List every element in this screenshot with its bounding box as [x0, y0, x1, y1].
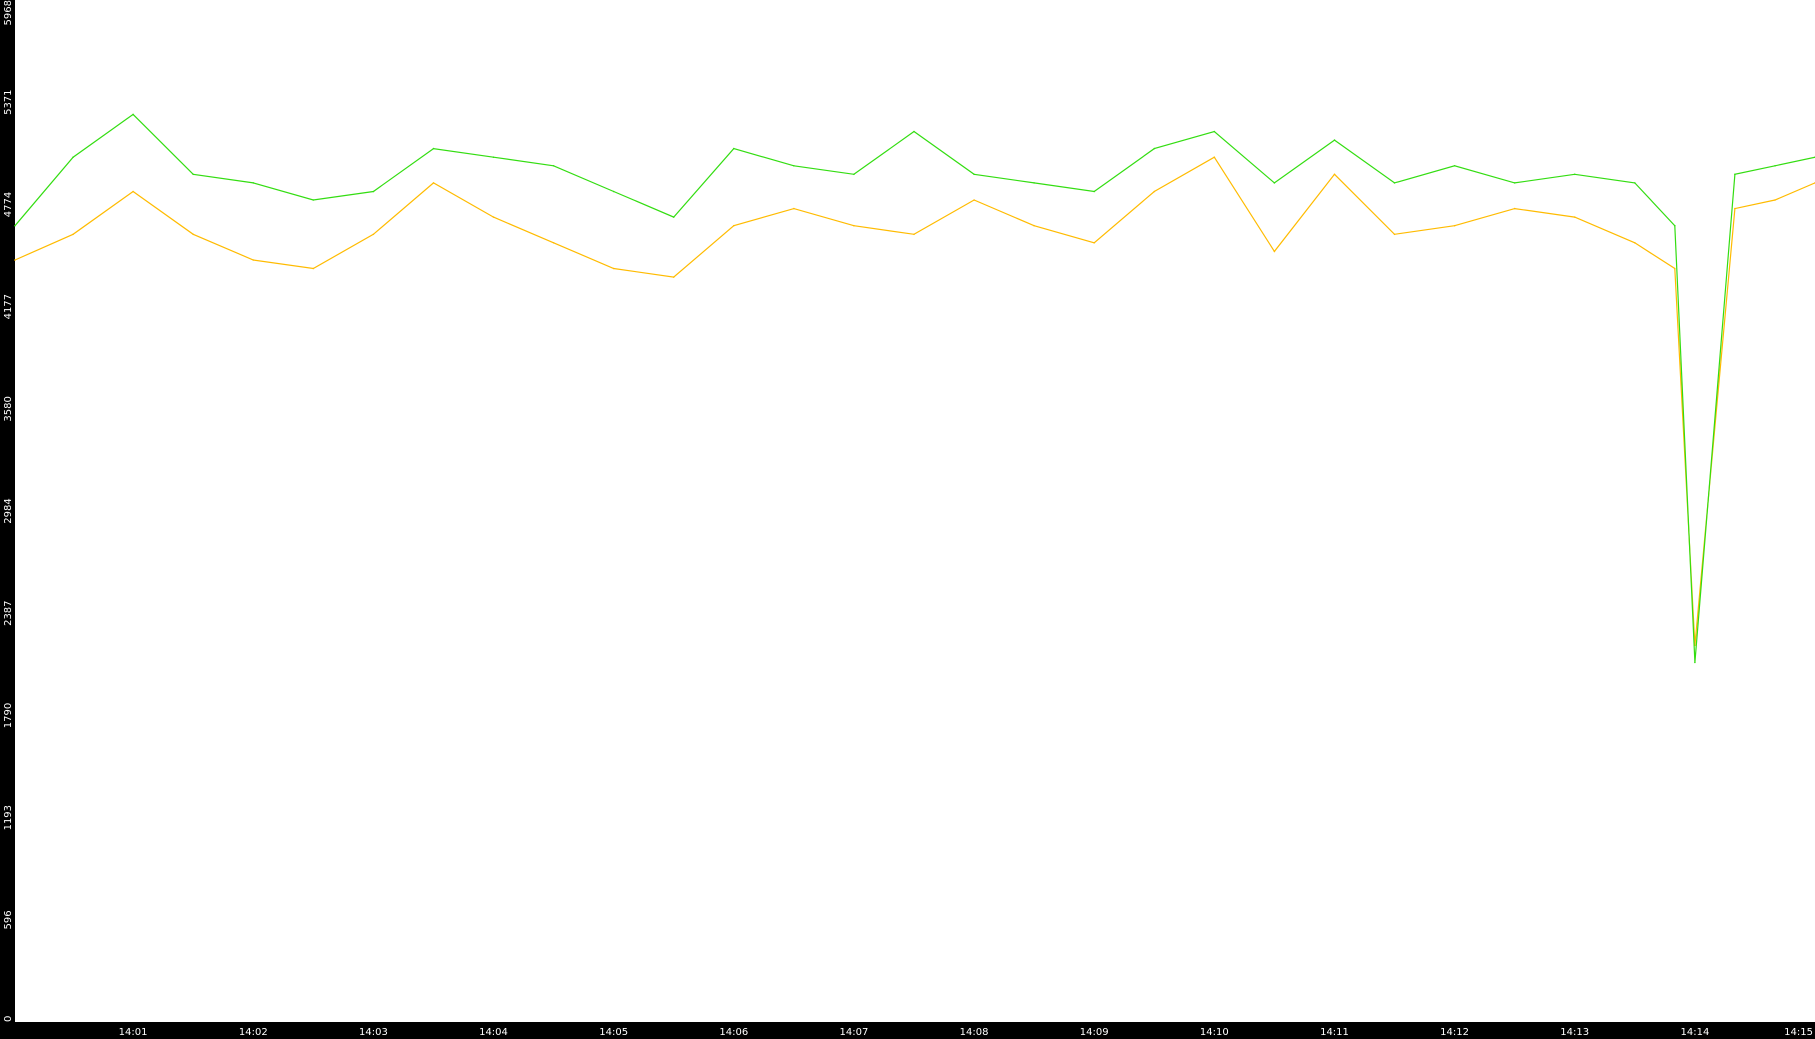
x-tick-label: 14:12	[1440, 1027, 1469, 1038]
series-2-point	[793, 165, 795, 167]
y-tick-label: 3580	[3, 396, 14, 421]
series-2-point	[1033, 182, 1035, 184]
series-2-point	[1774, 165, 1776, 167]
series-2-point	[672, 216, 675, 218]
series-1-point	[432, 182, 435, 184]
series-2-point	[1273, 182, 1276, 184]
series-1-point	[1093, 242, 1095, 244]
y-tick-label: 1790	[3, 703, 14, 728]
series-1-point	[973, 199, 975, 201]
series-1-point	[612, 267, 615, 270]
series-2-point	[1333, 139, 1336, 141]
series-1-point	[1634, 242, 1636, 244]
x-tick-label: 14:09	[1080, 1027, 1109, 1038]
series-1-point	[672, 276, 675, 278]
series-2-point	[14, 224, 16, 227]
series-2-point	[72, 156, 74, 158]
line-chart: 0 596 1193 1790 2387 2984 3580 4177 4774 5371 5968…	[3, 0, 1815, 1038]
x-tick-label: 14:07	[839, 1027, 868, 1038]
series-2-point	[1453, 165, 1456, 167]
x-tick-label: 14:10	[1200, 1027, 1229, 1038]
series-1-point	[132, 190, 134, 193]
x-tick-label: 14:15	[1784, 1027, 1813, 1038]
series-2-point	[1674, 224, 1676, 227]
series-2-point	[973, 173, 975, 176]
series-1-point	[1774, 199, 1776, 201]
x-axis: 14:01 14:02 14:03 14:04 14:05 14:06 14:07 14:08…	[119, 1027, 1813, 1038]
series-2-point	[1393, 182, 1396, 184]
series-1-point	[252, 259, 255, 261]
y-tick-label: 2984	[3, 498, 14, 523]
series-2-point	[1153, 147, 1156, 150]
x-tick-label: 14:11	[1320, 1027, 1349, 1038]
y-tick-label: 5371	[3, 89, 14, 114]
x-tick-label: 14:06	[719, 1027, 748, 1038]
series-2-point	[913, 130, 915, 133]
series-1-point	[793, 207, 795, 210]
series-2-point	[1093, 190, 1095, 193]
x-tick-label: 14:13	[1560, 1027, 1589, 1038]
series-1-point	[492, 216, 495, 218]
series-1-point	[1213, 156, 1216, 158]
series-1-point	[72, 233, 74, 236]
series-1-point	[913, 233, 915, 236]
y-axis: 0 596 1193 1790 2387 2984 3580 4177 4774 5371 5968	[3, 0, 14, 1022]
x-tick-label: 14:08	[960, 1027, 989, 1038]
series-2-point	[552, 165, 555, 167]
series-1-point	[1033, 224, 1035, 227]
series-1-point	[1573, 216, 1576, 218]
series-1-point	[1734, 207, 1736, 210]
y-tick-label: 4774	[3, 192, 14, 217]
series-1-point	[733, 224, 735, 227]
series-1-point	[14, 259, 16, 261]
series-2-point	[372, 190, 375, 193]
series-2-point	[192, 173, 194, 176]
series-1-point	[552, 242, 555, 244]
series-2-point	[1734, 173, 1736, 176]
x-tick-label: 14:04	[479, 1027, 508, 1038]
x-tick-label: 14:02	[239, 1027, 268, 1038]
y-tick-label: 0	[3, 1016, 14, 1022]
series-2-point	[1634, 182, 1636, 184]
chart-container: 0 596 1193 1790 2387 2984 3580 4177 4774 5371 5968…	[0, 0, 1815, 1039]
series-1-point	[1674, 267, 1676, 270]
series-2-point	[252, 182, 255, 184]
series-2-point	[1513, 182, 1516, 184]
series-1-point	[1453, 224, 1456, 227]
series-1-point	[1393, 233, 1396, 236]
y-tick-label: 4177	[3, 294, 14, 319]
y-tick-label: 2387	[3, 600, 14, 625]
series-1-point	[1513, 207, 1516, 210]
series-2-point	[312, 199, 315, 201]
plot-area	[15, 0, 1815, 1022]
series-2-point	[733, 147, 735, 150]
y-tick-label: 5968	[3, 0, 14, 25]
series-2-point	[612, 190, 615, 193]
series-1-point	[192, 233, 194, 236]
series-2-point	[1694, 661, 1696, 664]
x-tick-label: 14:03	[359, 1027, 388, 1038]
series-1-point	[853, 224, 855, 227]
series-2-point	[132, 113, 134, 116]
series-2-point	[432, 147, 435, 150]
series-2-point	[1213, 130, 1216, 133]
series-1-point	[312, 267, 315, 270]
x-tick-label: 14:05	[599, 1027, 628, 1038]
series-2-point	[492, 156, 495, 158]
x-tick-label: 14:01	[119, 1027, 148, 1038]
y-tick-label: 1193	[3, 805, 14, 830]
series-1-point	[1333, 173, 1336, 176]
series-1-point	[1273, 250, 1276, 253]
series-2-point	[853, 173, 855, 176]
y-tick-label: 596	[3, 910, 14, 929]
series-2-point	[1573, 173, 1576, 176]
x-tick-label: 14:14	[1680, 1027, 1709, 1038]
series-1-point	[1153, 190, 1156, 193]
series-1-point	[372, 233, 375, 236]
